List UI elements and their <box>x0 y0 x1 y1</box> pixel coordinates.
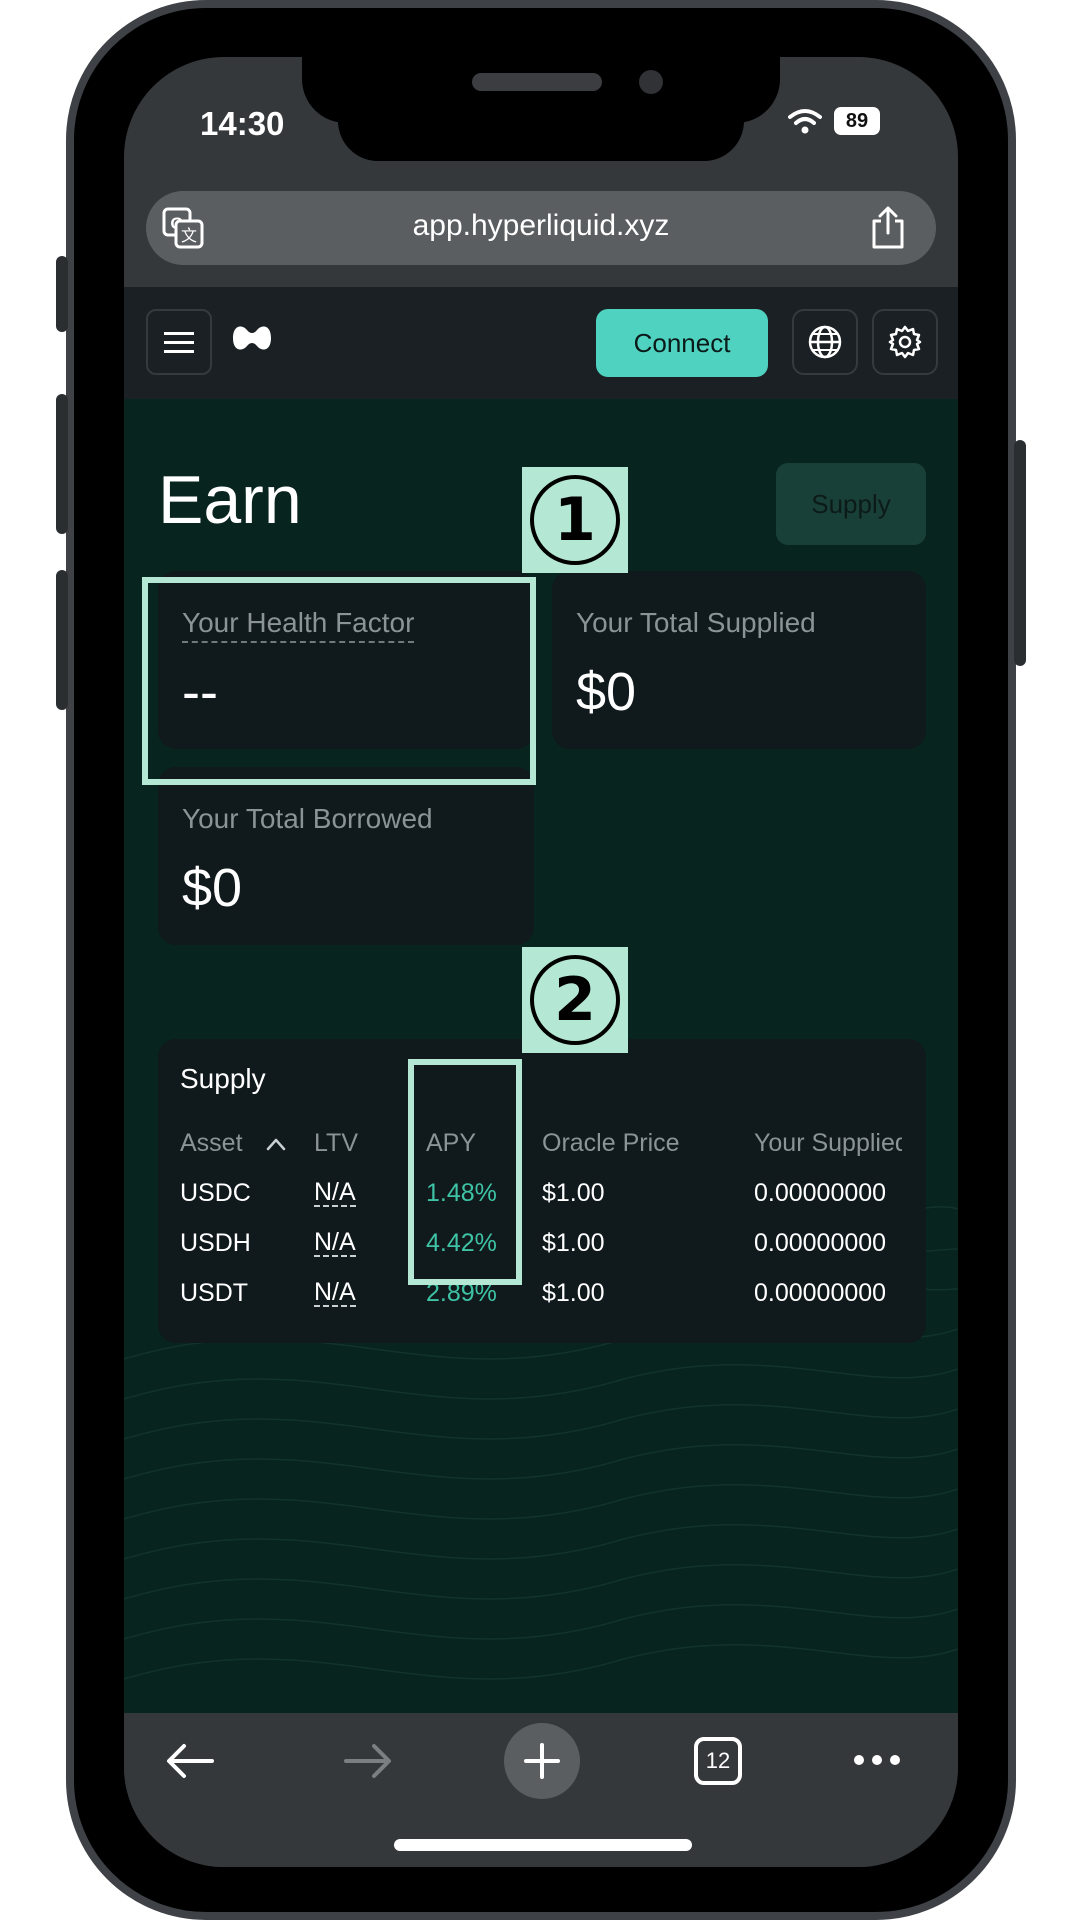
total-supplied-value: $0 <box>576 662 637 722</box>
status-icons: 89 <box>788 107 880 135</box>
mute-switch <box>56 256 68 332</box>
row-usdt-supplied: 0.00000000 <box>754 1279 887 1307</box>
total-borrowed-card: Your Total Borrowed $0 <box>158 767 534 945</box>
column-header-supplied[interactable]: Your Supplied <box>754 1129 902 1158</box>
column-header-asset[interactable]: Asset <box>180 1129 243 1158</box>
annotation-number-2: 2 <box>530 955 620 1045</box>
status-time: 14:30 <box>200 105 285 142</box>
speaker <box>472 73 602 91</box>
chevron-up-icon[interactable] <box>266 1137 286 1151</box>
row-usdh-oracle-price: $1.00 <box>542 1229 605 1257</box>
row-usdh-supplied: 0.00000000 <box>754 1229 887 1257</box>
row-usdt-asset[interactable]: USDT <box>180 1279 248 1308</box>
total-borrowed-label: Your Total Borrowed <box>182 803 433 834</box>
annotation-number-1: 1 <box>530 475 620 565</box>
row-usdt-ltv[interactable]: N/A <box>314 1279 356 1307</box>
total-supplied-card: Your Total Supplied $0 <box>552 571 926 749</box>
url-text: app.hyperliquid.xyz <box>412 209 670 242</box>
annotation-box-apy-column <box>408 1059 522 1285</box>
connect-button[interactable]: Connect <box>596 309 768 377</box>
gear-icon <box>888 325 922 359</box>
total-supplied-label: Your Total Supplied <box>576 607 816 638</box>
back-arrow-icon[interactable] <box>164 1741 216 1781</box>
annotation-badge-1: 1 <box>522 467 628 573</box>
volume-up-button <box>56 394 68 534</box>
supply-table: Supply Asset LTV APY Oracle Price Your S… <box>158 1039 926 1343</box>
plus-icon <box>524 1743 560 1779</box>
row-usdh-asset[interactable]: USDH <box>180 1229 251 1258</box>
row-usdc-supplied: 0.00000000 <box>754 1179 887 1207</box>
wifi-icon <box>788 109 822 134</box>
battery-indicator: 89 <box>834 107 880 135</box>
annotation-badge-2: 2 <box>522 947 628 1053</box>
annotation-box-health-factor <box>142 577 536 785</box>
total-borrowed-value: $0 <box>182 858 243 918</box>
row-usdh-ltv[interactable]: N/A <box>314 1229 356 1257</box>
home-indicator <box>394 1839 692 1851</box>
power-button <box>1014 440 1026 666</box>
language-button[interactable] <box>792 309 858 375</box>
row-usdc-asset[interactable]: USDC <box>180 1179 251 1208</box>
hyperliquid-logo[interactable] <box>230 321 274 355</box>
settings-button[interactable] <box>872 309 938 375</box>
dynamic-island <box>338 113 744 161</box>
more-icon[interactable] <box>852 1753 902 1767</box>
supply-button[interactable]: Supply <box>776 463 926 545</box>
app-header: Connect <box>124 287 958 399</box>
column-header-oracle-price[interactable]: Oracle Price <box>542 1129 680 1158</box>
screen: 14:30 89 G 文 app.hyperliquid.xyz <box>124 57 958 1867</box>
row-usdt-oracle-price: $1.00 <box>542 1279 605 1307</box>
camera <box>639 70 663 94</box>
forward-arrow-icon <box>344 1744 391 1778</box>
new-tab-button[interactable] <box>504 1723 580 1799</box>
row-usdc-ltv[interactable]: N/A <box>314 1179 356 1207</box>
column-header-ltv[interactable]: LTV <box>314 1129 358 1158</box>
globe-icon <box>808 325 842 359</box>
supply-table-scroll[interactable]: Asset LTV APY Oracle Price Your Supplied… <box>158 1039 902 1343</box>
menu-icon <box>164 332 194 353</box>
url-bar[interactable]: G 文 app.hyperliquid.xyz <box>146 191 936 265</box>
share-icon[interactable] <box>868 205 908 251</box>
volume-down-button <box>56 570 68 710</box>
menu-button[interactable] <box>146 309 212 375</box>
tabs-button[interactable]: 12 <box>694 1737 742 1785</box>
row-usdc-oracle-price: $1.00 <box>542 1179 605 1207</box>
page-title: Earn <box>158 462 302 538</box>
